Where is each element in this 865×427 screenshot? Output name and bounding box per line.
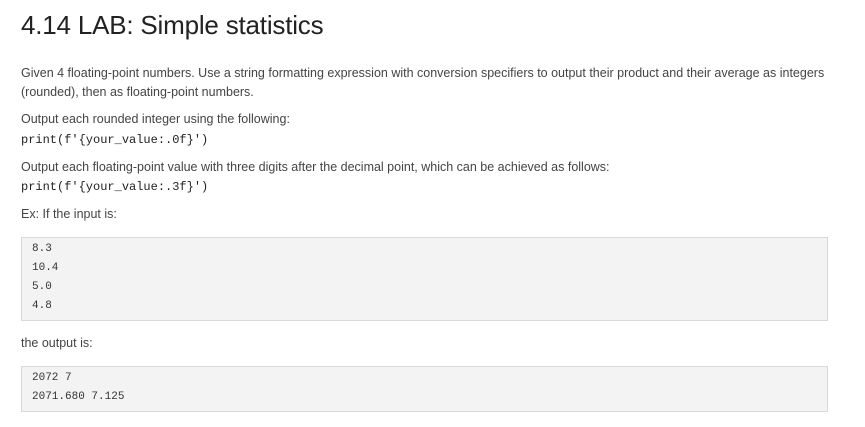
input-line: 10.4 (32, 262, 59, 274)
intro-paragraph: Given 4 floating-point numbers. Use a st… (21, 66, 825, 99)
example-output-box: 2072 7 2071.680 7.125 (21, 366, 828, 412)
page-title: 4.14 LAB: Simple statistics (21, 10, 324, 40)
float-instruction: Output each floating-point value with th… (21, 160, 610, 174)
output-line: 2071.680 7.125 (32, 391, 125, 403)
integer-code-snippet: print(f'{your_value:.0f}') (21, 133, 209, 147)
output-intro: the output is: (21, 336, 93, 350)
input-line: 4.8 (32, 300, 52, 312)
integer-instruction: Output each rounded integer using the fo… (21, 112, 290, 126)
example-input-box: 8.3 10.4 5.0 4.8 (21, 237, 828, 321)
example-intro: Ex: If the input is: (21, 207, 117, 221)
output-line: 2072 7 (32, 372, 72, 384)
input-line: 8.3 (32, 243, 52, 255)
input-line: 5.0 (32, 281, 52, 293)
float-code-snippet: print(f'{your_value:.3f}') (21, 180, 209, 194)
